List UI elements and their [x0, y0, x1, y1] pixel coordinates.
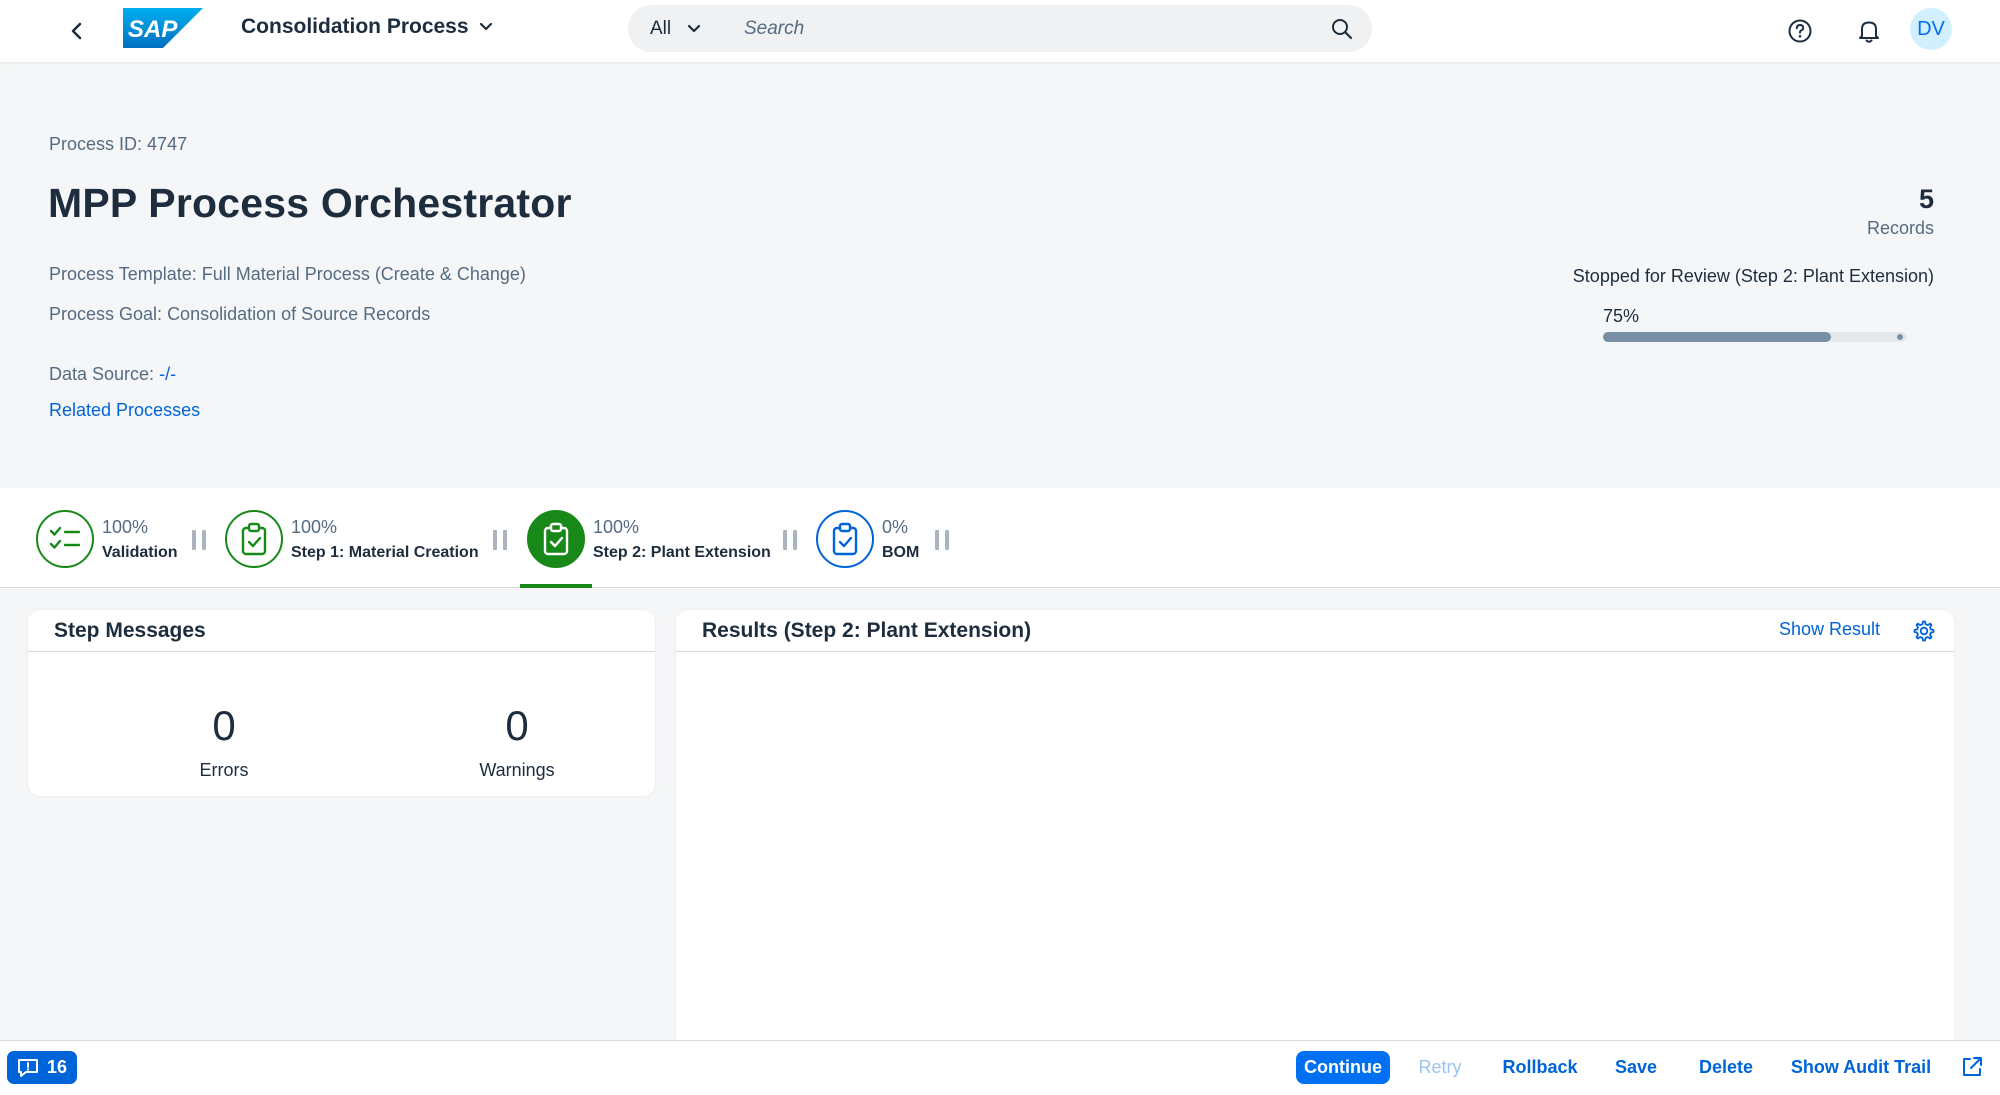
app-title: Consolidation Process — [241, 15, 469, 38]
warnings-label: Warnings — [479, 760, 555, 780]
notifications-button[interactable] — [1852, 14, 1886, 48]
step-percent: 0% — [882, 516, 909, 537]
process-id: Process ID: 4747 — [49, 134, 187, 155]
errors-count: 0 — [212, 702, 236, 749]
show-audit-trail-button[interactable]: Show Audit Trail — [1791, 1051, 1931, 1084]
step-percent: 100% — [593, 516, 640, 537]
footer-toolbar: 16 Continue Retry Rollback Save Delete S… — [0, 1040, 2000, 1095]
save-button[interactable]: Save — [1612, 1051, 1660, 1084]
step-bom-circle — [816, 510, 874, 568]
process-template-value: Full Material Process (Create & Change) — [201, 264, 526, 284]
step-plant-extension-circle — [527, 510, 585, 568]
process-template: Process Template: Full Material Process … — [49, 264, 526, 285]
process-goal: Process Goal: Consolidation of Source Re… — [49, 304, 430, 325]
step-name: Step 2: Plant Extension — [593, 543, 771, 561]
records-count: 5 — [1918, 184, 1934, 214]
back-button[interactable] — [60, 14, 94, 48]
progress-indicator — [1603, 332, 1907, 342]
rollback-button[interactable]: Rollback — [1500, 1051, 1580, 1084]
selected-step-indicator — [520, 584, 592, 588]
process-id-value: 4747 — [147, 134, 188, 154]
chevron-down-icon — [479, 22, 492, 31]
message-popover-button[interactable]: 16 — [7, 1051, 77, 1084]
data-source: Data Source: -/- — [49, 364, 176, 385]
help-button[interactable] — [1783, 14, 1817, 48]
chevron-down-icon — [688, 24, 701, 32]
results-header: Results (Step 2: Plant Extension) Show R… — [676, 610, 1954, 652]
svg-text:SAP: SAP — [128, 16, 178, 43]
data-source-label: Data Source: — [49, 364, 155, 384]
step-validation-circle — [36, 510, 94, 568]
step-name: Validation — [102, 543, 178, 561]
step-percent: 100% — [102, 516, 149, 537]
errors-counter[interactable]: 0 Errors — [144, 702, 304, 781]
step-material-creation[interactable]: 100% Step 1: Material Creation — [225, 508, 479, 570]
results-card: Results (Step 2: Plant Extension) Show R… — [676, 610, 1954, 1042]
step-messages-card: Step Messages 0 Errors 0 Warnings — [28, 610, 655, 796]
checklist-icon — [49, 526, 81, 549]
search-scope-value: All — [650, 17, 672, 39]
message-count: 16 — [46, 1057, 68, 1077]
search-field[interactable]: All Search — [628, 5, 1372, 52]
step-percent: 100% — [291, 516, 338, 537]
gear-icon[interactable] — [1912, 619, 1936, 643]
pause-icon[interactable] — [783, 530, 797, 550]
show-result-link[interactable]: Show Result — [1779, 619, 1880, 640]
step-plant-extension[interactable]: 100% Step 2: Plant Extension — [527, 508, 771, 570]
clipboard-check-icon — [241, 522, 267, 556]
shell-bar: SAP Consolidation Process All Search DV — [0, 0, 2000, 62]
sap-logo[interactable]: SAP — [123, 8, 203, 48]
step-bom[interactable]: 0% BOM — [816, 508, 919, 570]
process-goal-value: Consolidation of Source Records — [167, 304, 431, 324]
related-processes-link[interactable]: Related Processes — [49, 400, 200, 421]
search-scope-select[interactable]: All — [650, 5, 701, 52]
step-messages-title: Step Messages — [28, 610, 655, 652]
process-template-label: Process Template: — [49, 264, 197, 284]
step-name: BOM — [882, 543, 920, 561]
external-link-icon[interactable] — [1960, 1055, 1984, 1079]
data-source-link[interactable]: -/- — [159, 364, 176, 384]
search-input[interactable]: Search — [744, 5, 804, 52]
warnings-counter[interactable]: 0 Warnings — [437, 702, 597, 781]
user-avatar[interactable]: DV — [1910, 8, 1952, 50]
clipboard-check-icon — [543, 522, 569, 556]
search-icon[interactable] — [1330, 17, 1354, 41]
message-icon — [17, 1058, 38, 1077]
continue-button[interactable]: Continue — [1296, 1051, 1390, 1084]
results-title: Results (Step 2: Plant Extension) — [702, 618, 1032, 642]
chevron-left-icon — [71, 22, 82, 40]
step-material-creation-circle — [225, 510, 283, 568]
warnings-count: 0 — [505, 702, 529, 749]
pause-icon[interactable] — [935, 530, 949, 550]
process-id-label: Process ID: — [49, 134, 143, 154]
progress-fill — [1603, 332, 1831, 342]
app-title-menu[interactable]: Consolidation Process — [241, 15, 493, 39]
progress-percent: 75% — [1603, 306, 1640, 326]
process-status: Stopped for Review (Step 2: Plant Extens… — [1572, 266, 1934, 286]
bell-icon — [1859, 21, 1879, 43]
clipboard-check-icon — [832, 522, 858, 556]
step-bom-text: 0% BOM — [882, 517, 919, 562]
process-steps-bar: 100% Validation 100% Step 1: Material Cr… — [0, 488, 2000, 588]
delete-button[interactable]: Delete — [1697, 1051, 1755, 1084]
help-icon — [1788, 19, 1812, 43]
errors-label: Errors — [199, 760, 249, 780]
step-validation-text: 100% Validation — [102, 517, 178, 562]
step-validation[interactable]: 100% Validation — [36, 508, 178, 570]
step-name: Step 1: Material Creation — [291, 543, 479, 561]
process-goal-label: Process Goal: — [49, 304, 163, 324]
records-label: Records — [1866, 218, 1934, 238]
step-material-creation-text: 100% Step 1: Material Creation — [291, 517, 479, 562]
step-plant-extension-text: 100% Step 2: Plant Extension — [593, 517, 771, 562]
retry-button[interactable]: Retry — [1415, 1051, 1465, 1084]
page-title: MPP Process Orchestrator — [48, 180, 572, 226]
pause-icon[interactable] — [493, 530, 507, 550]
pause-icon[interactable] — [192, 530, 206, 550]
progress-end-dot — [1897, 334, 1903, 340]
